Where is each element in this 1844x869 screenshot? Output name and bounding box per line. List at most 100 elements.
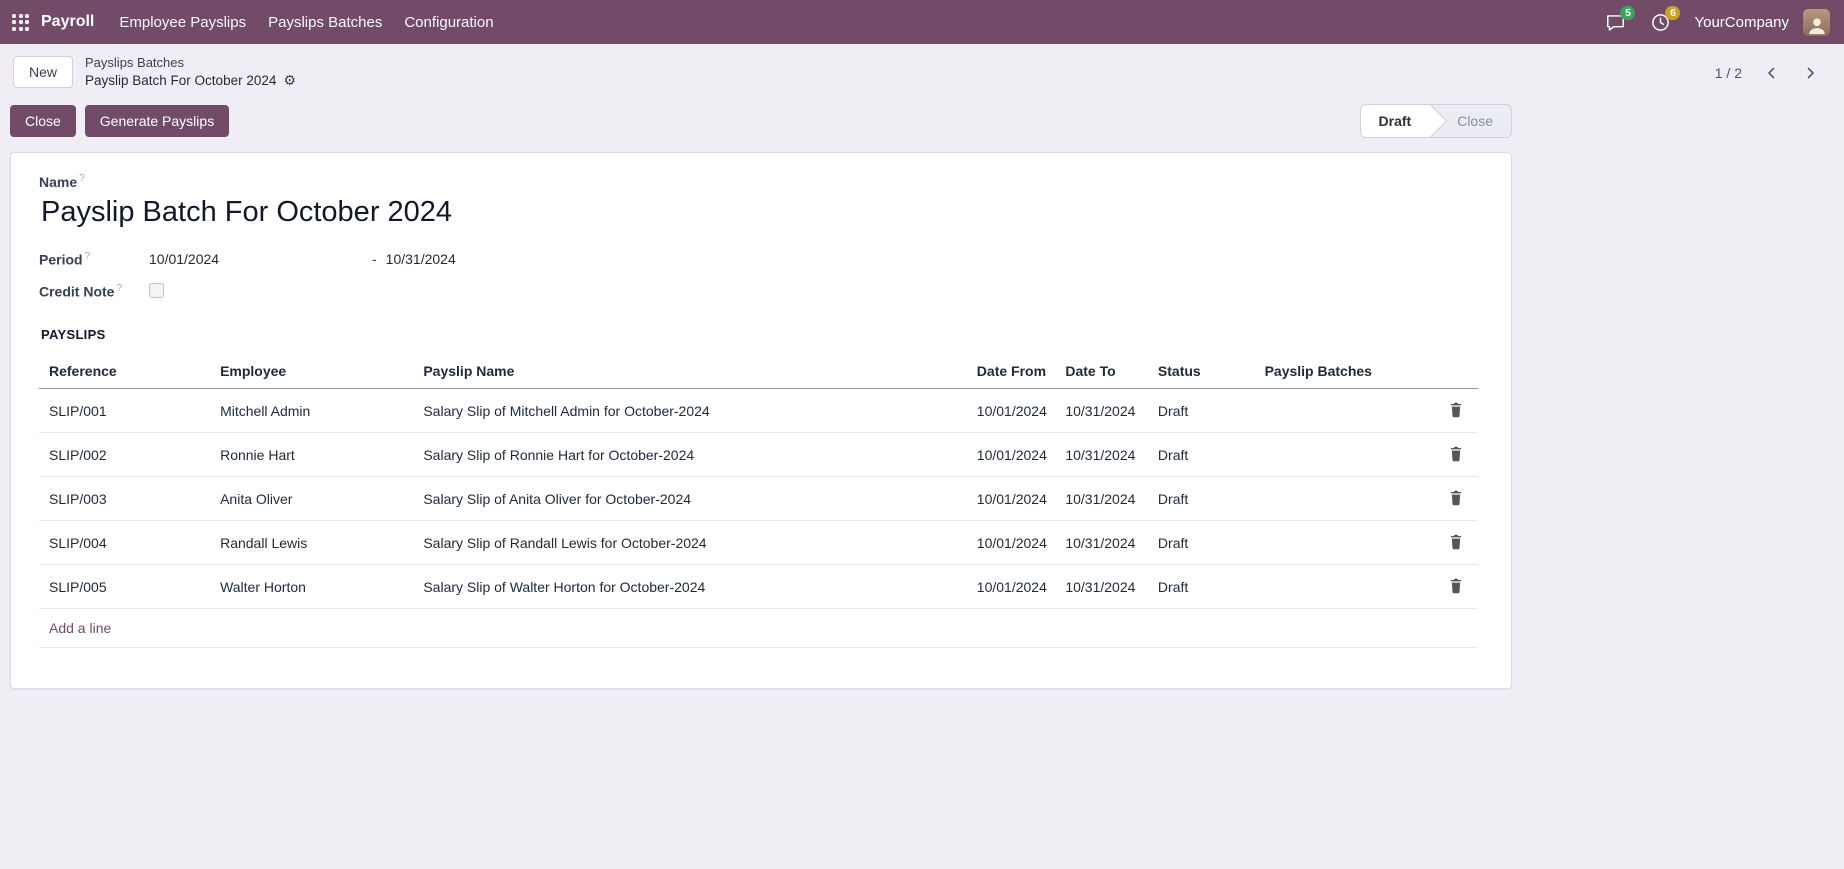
apps-grid-icon[interactable] <box>12 14 29 31</box>
add-line-row: Add a line <box>39 609 1478 648</box>
control-panel: New Payslips Batches Payslip Batch For O… <box>0 44 1844 102</box>
table-row[interactable]: SLIP/002 Ronnie Hart Salary Slip of Ronn… <box>39 433 1478 477</box>
table-row[interactable]: SLIP/005 Walter Horton Salary Slip of Wa… <box>39 565 1478 609</box>
cell-status[interactable]: Draft <box>1150 565 1257 609</box>
table-header-row: Reference Employee Payslip Name Date Fro… <box>39 354 1478 389</box>
breadcrumb-parent-link[interactable]: Payslips Batches <box>85 55 296 72</box>
table-row[interactable]: SLIP/001 Mitchell Admin Salary Slip of M… <box>39 389 1478 433</box>
delete-row-button[interactable] <box>1445 576 1467 596</box>
pager-previous-button[interactable] <box>1754 58 1790 88</box>
cell-date-to[interactable]: 10/31/2024 <box>1057 477 1150 521</box>
cell-employee[interactable]: Ronnie Hart <box>212 433 415 477</box>
period-to-field[interactable]: 10/31/2024 <box>386 251 456 267</box>
table-row[interactable]: SLIP/003 Anita Oliver Salary Slip of Ani… <box>39 477 1478 521</box>
cell-date-to[interactable]: 10/31/2024 <box>1057 433 1150 477</box>
cell-payslip-name[interactable]: Salary Slip of Randall Lewis for October… <box>415 521 968 565</box>
cell-payslip-batches[interactable] <box>1257 477 1434 521</box>
cell-employee[interactable]: Randall Lewis <box>212 521 415 565</box>
period-from-field[interactable]: 10/01/2024 <box>149 251 372 267</box>
delete-row-button[interactable] <box>1445 488 1467 508</box>
cell-status[interactable]: Draft <box>1150 433 1257 477</box>
pager-count[interactable]: 1 / 2 <box>1715 65 1742 81</box>
trash-icon <box>1449 578 1463 594</box>
cell-payslip-name[interactable]: Salary Slip of Walter Horton for October… <box>415 565 968 609</box>
status-step-draft[interactable]: Draft <box>1361 105 1432 137</box>
close-button[interactable]: Close <box>10 105 76 137</box>
cell-employee[interactable]: Anita Oliver <box>212 477 415 521</box>
cell-payslip-batches[interactable] <box>1257 433 1434 477</box>
activities-count-badge: 6 <box>1665 6 1680 20</box>
menu-employee-payslips[interactable]: Employee Payslips <box>108 2 257 43</box>
avatar[interactable] <box>1803 9 1830 36</box>
add-a-line-link[interactable]: Add a line <box>49 620 111 636</box>
name-label: Name? <box>39 174 85 190</box>
name-help-icon[interactable]: ? <box>79 173 85 184</box>
header-status[interactable]: Status <box>1150 354 1257 389</box>
generate-payslips-button[interactable]: Generate Payslips <box>85 105 229 137</box>
trash-icon <box>1449 402 1463 418</box>
form-sheet: Name? Payslip Batch For October 2024 Per… <box>10 152 1512 689</box>
cell-payslip-batches[interactable] <box>1257 389 1434 433</box>
cell-date-from[interactable]: 10/01/2024 <box>969 565 1058 609</box>
cell-payslip-batches[interactable] <box>1257 521 1434 565</box>
cell-status[interactable]: Draft <box>1150 521 1257 565</box>
menu-payslips-batches[interactable]: Payslips Batches <box>257 2 393 43</box>
cell-reference[interactable]: SLIP/001 <box>39 389 212 433</box>
header-payslip-name[interactable]: Payslip Name <box>415 354 968 389</box>
cell-reference[interactable]: SLIP/004 <box>39 521 212 565</box>
chevron-right-icon <box>1804 67 1816 79</box>
company-name[interactable]: YourCompany <box>1694 14 1789 31</box>
header-payslip-batches[interactable]: Payslip Batches <box>1257 354 1434 389</box>
cell-employee[interactable]: Mitchell Admin <box>212 389 415 433</box>
cell-payslip-name[interactable]: Salary Slip of Anita Oliver for October-… <box>415 477 968 521</box>
trash-icon <box>1449 446 1463 462</box>
new-button[interactable]: New <box>13 56 73 88</box>
activities-button[interactable]: 6 <box>1643 9 1678 36</box>
cell-reference[interactable]: SLIP/003 <box>39 477 212 521</box>
breadcrumb: Payslips Batches Payslip Batch For Octob… <box>85 55 296 89</box>
user-icon <box>1806 14 1828 36</box>
cell-date-from[interactable]: 10/01/2024 <box>969 477 1058 521</box>
delete-row-button[interactable] <box>1445 532 1467 552</box>
messages-count-badge: 5 <box>1620 6 1635 20</box>
chevron-left-icon <box>1766 67 1778 79</box>
header-date-to[interactable]: Date To <box>1057 354 1150 389</box>
header-date-from[interactable]: Date From <box>969 354 1058 389</box>
cell-payslip-name[interactable]: Salary Slip of Mitchell Admin for Octobe… <box>415 389 968 433</box>
cell-date-to[interactable]: 10/31/2024 <box>1057 521 1150 565</box>
cell-reference[interactable]: SLIP/002 <box>39 433 212 477</box>
delete-row-button[interactable] <box>1445 400 1467 420</box>
cell-reference[interactable]: SLIP/005 <box>39 565 212 609</box>
credit-note-help-icon[interactable]: ? <box>116 283 122 294</box>
cell-payslip-name[interactable]: Salary Slip of Ronnie Hart for October-2… <box>415 433 968 477</box>
action-row: Close Generate Payslips Draft Close <box>10 104 1512 138</box>
cell-status[interactable]: Draft <box>1150 477 1257 521</box>
cell-employee[interactable]: Walter Horton <box>212 565 415 609</box>
credit-note-checkbox[interactable] <box>149 283 164 298</box>
period-help-icon[interactable]: ? <box>85 251 91 262</box>
app-name[interactable]: Payroll <box>41 13 94 31</box>
statusbar: Draft Close <box>1360 104 1512 138</box>
period-separator: - <box>372 251 377 267</box>
messages-button[interactable]: 5 <box>1598 9 1633 36</box>
cell-date-to[interactable]: 10/31/2024 <box>1057 565 1150 609</box>
trash-icon <box>1449 534 1463 550</box>
trash-icon <box>1449 490 1463 506</box>
cell-status[interactable]: Draft <box>1150 389 1257 433</box>
header-reference[interactable]: Reference <box>39 354 212 389</box>
table-row[interactable]: SLIP/004 Randall Lewis Salary Slip of Ra… <box>39 521 1478 565</box>
name-field[interactable]: Payslip Batch For October 2024 <box>41 196 1478 229</box>
gear-icon[interactable]: ⚙ <box>283 74 296 88</box>
header-employee[interactable]: Employee <box>212 354 415 389</box>
cell-date-from[interactable]: 10/01/2024 <box>969 389 1058 433</box>
menu-configuration[interactable]: Configuration <box>393 2 504 43</box>
cell-date-from[interactable]: 10/01/2024 <box>969 521 1058 565</box>
period-label: Period? <box>39 251 149 268</box>
header-actions <box>1434 354 1478 389</box>
pager-next-button[interactable] <box>1792 58 1828 88</box>
cell-date-to[interactable]: 10/31/2024 <box>1057 389 1150 433</box>
cell-date-from[interactable]: 10/01/2024 <box>969 433 1058 477</box>
breadcrumb-current: Payslip Batch For October 2024 <box>85 72 276 90</box>
cell-payslip-batches[interactable] <box>1257 565 1434 609</box>
delete-row-button[interactable] <box>1445 444 1467 464</box>
